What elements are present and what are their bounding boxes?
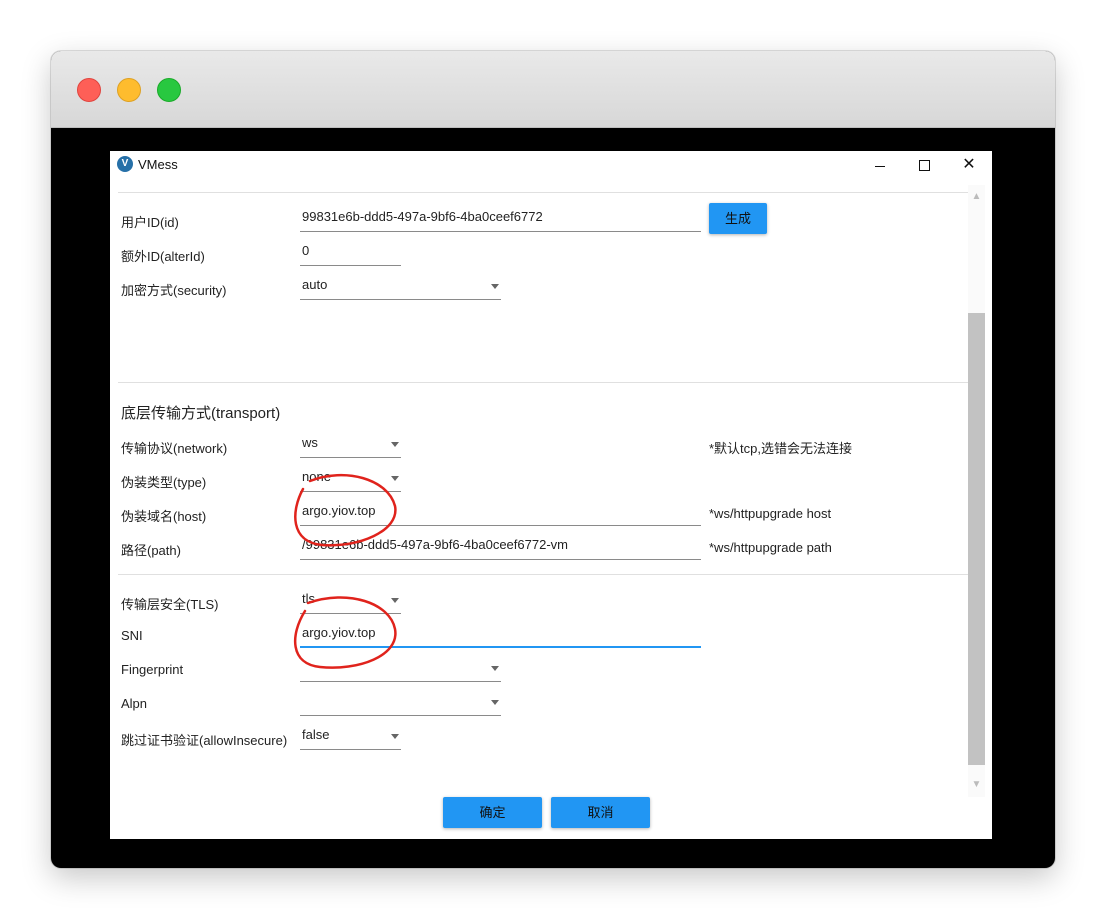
close-traffic-light[interactable] [77,78,101,102]
alter-id-input[interactable]: 0 [300,240,401,266]
mac-titlebar [51,51,1055,128]
path-value: /99831e6b-ddd5-497a-9bf6-4ba0ceef6772-vm [302,537,568,552]
alpn-select[interactable] [300,690,501,716]
network-label: 传输协议(network) [121,441,228,456]
tls-label: 传输层安全(TLS) [121,597,219,612]
path-input[interactable]: /99831e6b-ddd5-497a-9bf6-4ba0ceef6772-vm [300,534,701,560]
zoom-traffic-light[interactable] [157,78,181,102]
maximize-button[interactable] [901,151,947,179]
security-label: 加密方式(security) [121,283,227,298]
dialog-titlebar: V VMess ✕ [110,151,992,179]
fingerprint-select[interactable] [300,656,501,682]
security-select[interactable]: auto [300,274,501,300]
scroll-up-icon[interactable]: ▲ [968,189,985,205]
network-value: ws [302,435,318,450]
user-id-label: 用户ID(id) [121,215,179,230]
sni-input[interactable]: argo.yiov.top [300,622,701,648]
dialog-title: VMess [138,157,178,172]
close-button[interactable]: ✕ [946,151,992,179]
tls-value: tls [302,591,315,606]
chevron-down-icon [391,476,399,481]
host-input[interactable]: argo.yiov.top [300,500,701,526]
generate-button[interactable]: 生成 [709,203,767,234]
scrollbar-thumb[interactable] [968,313,985,765]
tls-select[interactable]: tls [300,588,401,614]
sni-label: SNI [121,628,143,643]
vmess-dialog: V VMess ✕ 用户ID(id) 99831e6b-ddd5-497a-9b… [110,151,992,839]
chevron-down-icon [491,666,499,671]
minimize-icon [875,165,885,167]
chevron-down-icon [491,700,499,705]
allow-insecure-label: 跳过证书验证(allowInsecure) [121,733,288,748]
alpn-label: Alpn [121,696,148,711]
type-value: none [302,469,331,484]
sni-value: argo.yiov.top [302,625,376,640]
minimize-traffic-light[interactable] [117,78,141,102]
alter-id-label: 额外ID(alterId) [121,249,205,264]
allow-insecure-select[interactable]: false [300,724,401,750]
allow-insecure-value: false [302,727,330,742]
maximize-icon [918,159,930,171]
tls-divider [118,574,968,575]
cancel-button[interactable]: 取消 [551,797,650,828]
chevron-down-icon [391,598,399,603]
path-label: 路径(path) [121,543,181,558]
type-select[interactable]: none [300,466,401,492]
transport-section-title: 底层传输方式(transport) [121,405,281,422]
fingerprint-label: Fingerprint [121,662,184,677]
minimize-button[interactable] [857,151,903,179]
transport-divider [118,382,968,383]
host-hint: *ws/httpupgrade host [709,506,832,521]
user-id-value: 99831e6b-ddd5-497a-9bf6-4ba0ceef6772 [302,209,543,224]
app-logo-icon: V [117,156,133,172]
chevron-down-icon [391,734,399,739]
path-hint: *ws/httpupgrade path [709,540,832,555]
host-value: argo.yiov.top [302,503,376,518]
top-divider [118,192,968,193]
ok-button[interactable]: 确定 [443,797,542,828]
close-icon: ✕ [962,156,976,173]
host-label: 伪装域名(host) [121,509,207,524]
security-value: auto [302,277,328,292]
chevron-down-icon [491,284,499,289]
scroll-down-icon[interactable]: ▼ [968,777,985,793]
network-hint: *默认tcp,选错会无法连接 [709,441,853,456]
type-label: 伪装类型(type) [121,475,207,490]
alter-id-value: 0 [302,243,310,258]
user-id-input[interactable]: 99831e6b-ddd5-497a-9bf6-4ba0ceef6772 [300,206,701,232]
network-select[interactable]: ws [300,432,401,458]
chevron-down-icon [391,442,399,447]
